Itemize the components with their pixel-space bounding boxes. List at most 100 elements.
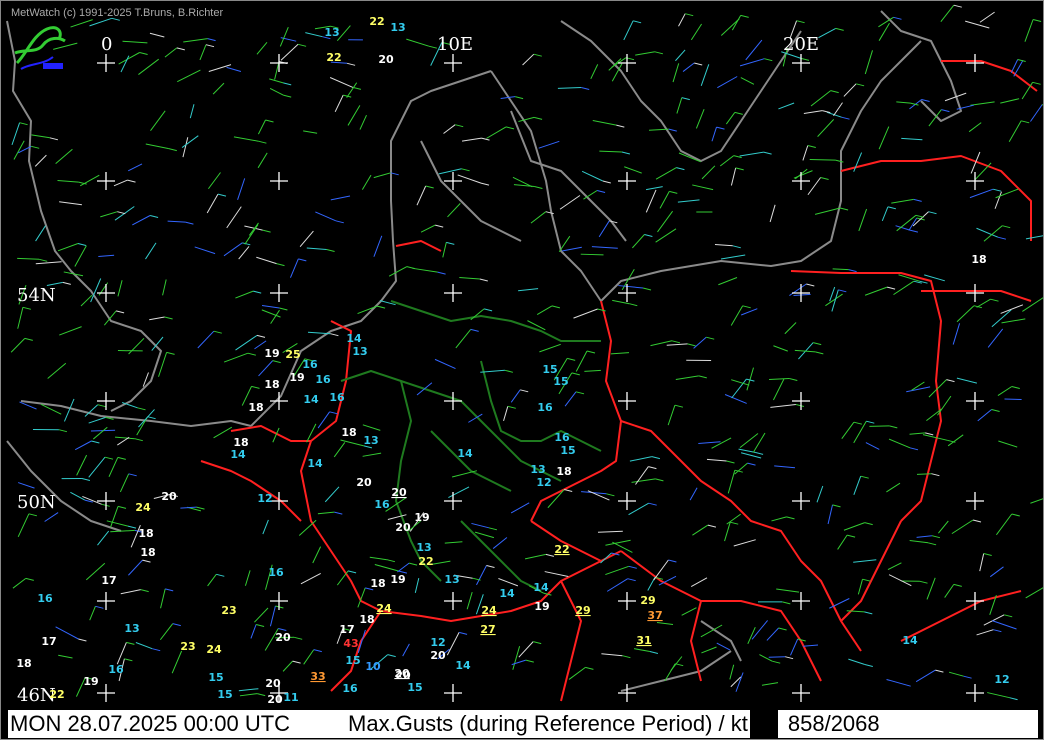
grid-cross: [966, 284, 984, 302]
gust-label: 23: [180, 640, 195, 653]
wind-barb: [771, 516, 787, 522]
wind-barb: [681, 607, 697, 616]
wind-barb-flag: [740, 14, 749, 18]
wind-barb: [991, 309, 1012, 328]
wind-barb-flag: [786, 516, 795, 520]
wind-barb: [853, 559, 877, 563]
wind-barb: [330, 195, 351, 201]
wind-barb-flag: [564, 489, 573, 492]
wind-barb-flag: [742, 305, 751, 309]
wind-barb: [282, 660, 293, 672]
wind-barb-flag: [258, 140, 267, 144]
wind-barb: [226, 206, 242, 229]
wind-barb-flag: [668, 128, 677, 132]
wind-barb-flag: [813, 342, 822, 346]
wind-barb-flag: [335, 220, 344, 224]
wind-barb-flag: [147, 416, 156, 420]
wind-barb-flag: [78, 638, 87, 642]
wind-barb-flag: [839, 207, 849, 211]
wind-barb-flag: [747, 462, 756, 466]
wind-barb-flag: [992, 188, 1002, 192]
gust-label: 20: [161, 490, 177, 503]
wind-barb: [164, 47, 178, 58]
wind-barb-flag: [329, 411, 338, 415]
wind-barb: [843, 522, 865, 531]
wind-barb-flag: [1017, 59, 1026, 62]
wind-barb-flag: [408, 562, 418, 566]
wind-barb-flag: [507, 405, 516, 409]
gust-label: 43: [343, 637, 358, 650]
wind-barb-flag: [685, 13, 694, 17]
wind-barb: [177, 69, 201, 83]
wind-barb: [113, 179, 128, 187]
wind-barb: [269, 605, 276, 627]
grid-cross: [97, 392, 115, 410]
wind-barb-flag: [935, 669, 944, 673]
wind-barb: [896, 101, 911, 104]
wind-barb: [881, 206, 889, 222]
wind-barb-flag: [655, 478, 664, 482]
metwatch-logo-icon[interactable]: [13, 23, 69, 73]
wind-barb: [120, 55, 130, 73]
wind-barb: [724, 522, 731, 542]
wind-barb-flag: [919, 580, 928, 584]
gust-label: 13: [324, 26, 339, 39]
wind-barb-flag: [479, 278, 488, 282]
coastline: [6, 10, 962, 692]
wind-barb: [100, 211, 118, 218]
wind-barb: [676, 97, 683, 114]
grid-cross: [97, 492, 115, 510]
wind-barb-flag: [913, 198, 922, 202]
wind-barb: [623, 20, 634, 41]
wind-barb: [948, 671, 964, 677]
wind-barb: [306, 247, 327, 250]
wind-barb-flag: [675, 663, 684, 667]
wind-barb: [97, 530, 110, 546]
wind-barb-flag: [58, 429, 68, 433]
wind-barb: [530, 211, 547, 224]
wind-barb: [987, 328, 1004, 348]
wind-barb: [145, 242, 157, 260]
gust-label: 18: [370, 577, 385, 590]
wind-barb-flag: [298, 258, 307, 262]
wind-barb-flag: [835, 159, 844, 163]
wind-barb: [729, 664, 735, 680]
wind-barb: [979, 11, 995, 23]
wind-barb-flag: [91, 440, 100, 444]
gust-label: 20: [378, 53, 394, 66]
wind-barb: [135, 642, 153, 650]
wind-barb: [116, 642, 127, 665]
wind-barb: [725, 112, 736, 125]
wind-barb: [110, 506, 119, 528]
wind-barb: [76, 454, 88, 476]
wind-barb: [807, 177, 822, 196]
wind-barb-flag: [789, 378, 798, 381]
gust-label: 19: [264, 347, 279, 360]
wind-barb: [333, 442, 346, 458]
wind-barb-flag: [735, 167, 744, 171]
wind-barb-flag: [991, 409, 1000, 412]
gust-label: 14: [346, 332, 362, 345]
wind-barb-flag: [1011, 513, 1020, 517]
wind-barb-flag: [376, 305, 386, 309]
lon-label: 20E: [783, 34, 819, 55]
wind-barb: [802, 145, 809, 161]
wind-barb: [656, 621, 674, 625]
weather-map[interactable]: 0 10E 20E 54N 50N 46N 1322 1322 2018141319…: [1, 1, 1043, 739]
wind-barb: [701, 165, 716, 180]
grid-cross: [97, 284, 115, 302]
wind-barb-flag: [22, 306, 32, 310]
wind-barb: [256, 256, 277, 265]
wind-barb: [334, 94, 344, 113]
gust-label: 13: [363, 434, 378, 447]
lat-label: 54N: [17, 285, 56, 306]
wind-barb: [731, 15, 742, 31]
wind-barb: [442, 242, 447, 258]
wind-barb-flag: [764, 58, 773, 62]
wind-barb-flag: [142, 559, 151, 563]
wind-barb: [759, 654, 773, 662]
wind-barb-flag: [941, 109, 950, 113]
wind-barb: [734, 462, 748, 475]
wind-barb: [745, 39, 763, 61]
wind-barb: [774, 465, 796, 469]
